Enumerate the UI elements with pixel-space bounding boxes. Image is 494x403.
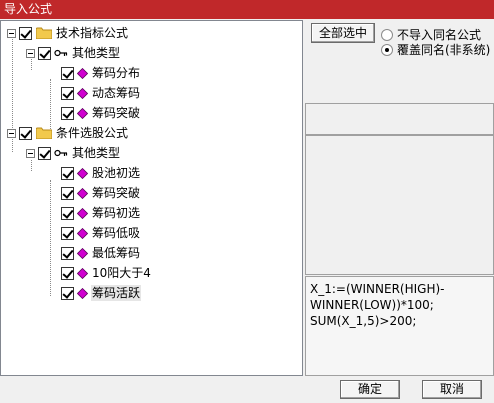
diamond-icon xyxy=(77,107,88,119)
radio-overwrite-duplicates[interactable]: 覆盖同名(非系统) xyxy=(381,41,490,58)
tree-item-selected[interactable]: 筹码活跃 xyxy=(61,283,142,303)
diamond-icon xyxy=(77,87,88,99)
item-checkbox[interactable] xyxy=(61,66,74,80)
collapse-toggle-icon[interactable] xyxy=(26,48,35,58)
item-checkbox[interactable] xyxy=(61,206,74,220)
tree-item-label: 股池初选 xyxy=(92,166,141,180)
subgroup-checkbox[interactable] xyxy=(38,146,51,160)
tree-subgroup[interactable]: 其他类型 xyxy=(26,143,121,163)
subgroup-checkbox[interactable] xyxy=(38,46,51,60)
tree-item[interactable]: 筹码突破 xyxy=(61,103,141,123)
tree-item-label: 筹码分布 xyxy=(92,66,141,80)
tree-connector xyxy=(50,180,51,296)
tree-item-label: 筹码突破 xyxy=(92,106,141,120)
tree-item-label: 筹码低吸 xyxy=(92,226,141,240)
diamond-icon xyxy=(77,227,88,239)
radio-overwrite-icon[interactable] xyxy=(381,43,393,56)
tree-item[interactable]: 股池初选 xyxy=(61,163,141,183)
tree-item[interactable]: 筹码低吸 xyxy=(61,223,141,243)
tree-group-label: 技术指标公式 xyxy=(56,26,129,40)
item-checkbox[interactable] xyxy=(61,226,74,240)
diamond-icon xyxy=(77,267,88,279)
info-panel xyxy=(305,103,494,135)
item-checkbox[interactable] xyxy=(61,166,74,180)
item-checkbox[interactable] xyxy=(61,86,74,100)
tree-item[interactable]: 筹码突破 xyxy=(61,183,141,203)
window-title: 导入公式 xyxy=(4,2,53,16)
formula-text: X_1:=(WINNER(HIGH)- WINNER(LOW))*100; SU… xyxy=(310,282,445,328)
title-bar: 导入公式 xyxy=(0,0,494,19)
tree-group-technical[interactable]: 技术指标公式 xyxy=(7,23,129,43)
radio-skip-icon[interactable] xyxy=(381,28,393,41)
tree-subgroup[interactable]: 其他类型 xyxy=(26,43,121,63)
tree-subgroup-label: 其他类型 xyxy=(72,46,121,60)
item-checkbox[interactable] xyxy=(61,186,74,200)
tree-item[interactable]: 筹码分布 xyxy=(61,63,141,83)
tree-subgroup-label: 其他类型 xyxy=(72,146,121,160)
select-all-button[interactable]: 全部选中 xyxy=(311,23,375,43)
diamond-icon xyxy=(77,67,88,79)
formula-preview[interactable]: X_1:=(WINNER(HIGH)- WINNER(LOW))*100; SU… xyxy=(305,276,494,376)
item-checkbox[interactable] xyxy=(61,266,74,280)
tree-group-screening[interactable]: 条件选股公式 xyxy=(7,123,129,143)
group-checkbox[interactable] xyxy=(19,26,32,40)
diamond-icon xyxy=(77,207,88,219)
collapse-toggle-icon[interactable] xyxy=(26,148,35,158)
radio-overwrite-label: 覆盖同名(非系统) xyxy=(397,43,491,57)
collapse-toggle-icon[interactable] xyxy=(7,128,16,138)
tree-item[interactable]: 10阳大于4 xyxy=(61,263,152,283)
tree-item-label: 筹码初选 xyxy=(92,206,141,220)
diamond-icon xyxy=(77,247,88,259)
formula-tree[interactable]: 技术指标公式 其他类型 筹码分布 动态筹码 筹码突破 条件选股公式 其他类型 股… xyxy=(0,20,303,376)
item-checkbox[interactable] xyxy=(61,286,74,300)
key-icon xyxy=(54,149,68,157)
cancel-button[interactable]: 取消 xyxy=(422,380,482,399)
description-panel xyxy=(305,135,494,275)
folder-icon xyxy=(36,127,52,139)
tree-item-label: 动态筹码 xyxy=(92,86,141,100)
tree-item-label: 筹码活跃 xyxy=(91,285,142,301)
tree-item[interactable]: 最低筹码 xyxy=(61,243,141,263)
key-icon xyxy=(54,49,68,57)
tree-item-label: 10阳大于4 xyxy=(92,266,151,280)
tree-group-label: 条件选股公式 xyxy=(56,126,129,140)
tree-item[interactable]: 筹码初选 xyxy=(61,203,141,223)
folder-icon xyxy=(36,27,52,39)
ok-button[interactable]: 确定 xyxy=(340,380,400,399)
tree-item[interactable]: 动态筹码 xyxy=(61,83,141,103)
group-checkbox[interactable] xyxy=(19,126,32,140)
tree-item-label: 最低筹码 xyxy=(92,246,141,260)
diamond-icon xyxy=(77,187,88,199)
tree-item-label: 筹码突破 xyxy=(92,186,141,200)
diamond-icon xyxy=(77,287,88,299)
collapse-toggle-icon[interactable] xyxy=(7,28,16,38)
item-checkbox[interactable] xyxy=(61,106,74,120)
item-checkbox[interactable] xyxy=(61,246,74,260)
diamond-icon xyxy=(77,167,88,179)
